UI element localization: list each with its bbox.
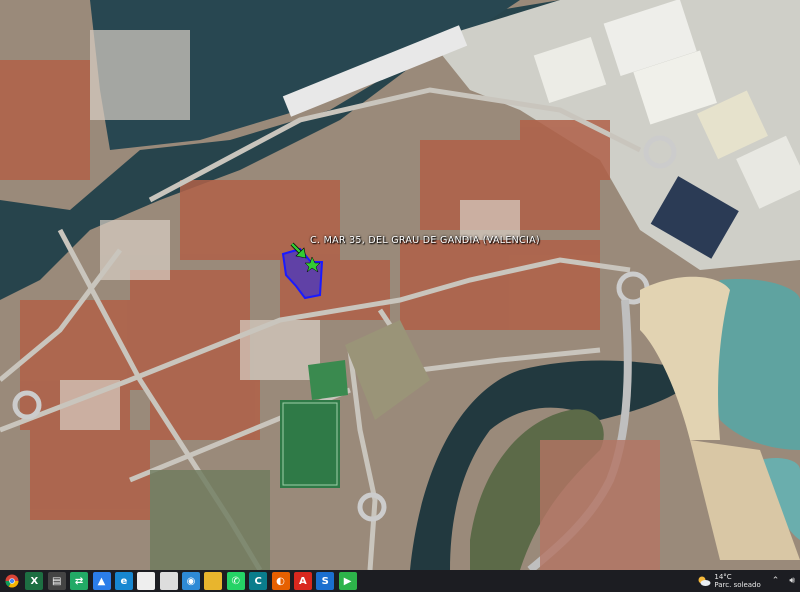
messenger-icon[interactable]: C — [249, 572, 268, 590]
partly-sunny-icon — [698, 576, 711, 586]
park — [150, 470, 270, 570]
placemark-label[interactable]: C. MAR 35, DEL GRAU DE GANDIA (VALENCIA) — [310, 235, 540, 246]
system-tray: 14°C Parc. soleado ⌃ 🔊︎ — [697, 570, 800, 592]
weather-condition: Parc. soleado — [714, 581, 761, 589]
print-icon[interactable]: ▤ — [47, 572, 66, 590]
photos-icon[interactable]: ▲ — [92, 572, 111, 590]
speaker-icon[interactable]: 🔊︎ — [789, 576, 795, 586]
chrome-icon — [5, 574, 19, 588]
weather-widget[interactable]: 14°C Parc. soleado — [697, 573, 761, 589]
firefox-icon[interactable]: ◐ — [271, 572, 290, 590]
file-icon[interactable] — [159, 572, 178, 590]
satellite-map[interactable]: C. MAR 35, DEL GRAU DE GANDIA (VALENCIA) — [0, 0, 800, 570]
edge-icon[interactable]: e — [114, 572, 133, 590]
football-field — [280, 400, 340, 488]
small-field — [308, 360, 348, 400]
excel-icon[interactable]: X — [25, 572, 44, 590]
document-icon[interactable] — [137, 572, 156, 590]
whatsapp-icon[interactable]: ✆ — [226, 572, 245, 590]
app-icon[interactable]: ◉ — [182, 572, 200, 590]
town-blocks-south — [540, 440, 660, 570]
green-app-icon[interactable]: ▶ — [338, 572, 357, 590]
weather-temperature: 14°C — [714, 573, 732, 581]
taskbar: X ▤ ⇄ ▲ e ◉ ✆ C ◐ A S ▶ 14°C Parc. soleado ⌃ 🔊︎ — [0, 570, 800, 592]
folder-icon[interactable] — [204, 572, 223, 590]
start-button[interactable] — [3, 572, 21, 590]
acrobat-icon[interactable]: A — [293, 572, 312, 590]
chevron-up-icon[interactable]: ⌃ — [772, 576, 780, 586]
network-icon[interactable]: ⇄ — [70, 572, 89, 590]
s-app-icon[interactable]: S — [316, 572, 335, 590]
